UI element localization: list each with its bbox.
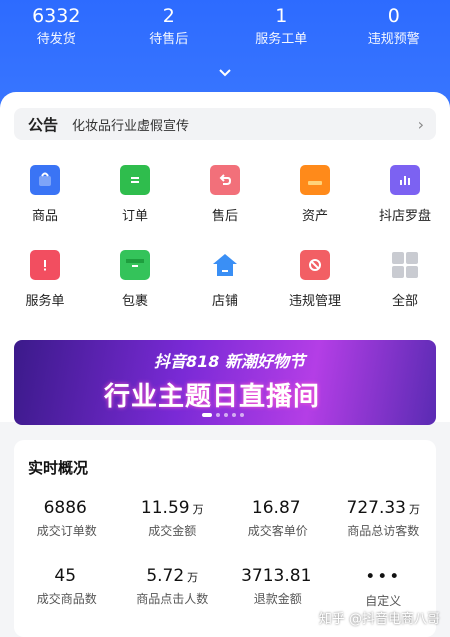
pagination-dot[interactable] [202,413,212,417]
stat-label: 违规预警 [367,32,420,47]
pagination-dot[interactable] [232,413,236,417]
metric-avg-price[interactable]: 16.87 成交客单价 [225,498,331,566]
grid-icon [390,250,420,280]
metric-clicks[interactable]: 5.72 万 商品点击人数 [120,566,226,634]
banner-pagination[interactable] [202,413,244,417]
metric-value: 6886 [43,498,87,518]
pagination-dot[interactable] [240,413,244,417]
metric-refund[interactable]: 3713.81 退款金额 [225,566,331,634]
metric-label: 商品点击人数 [136,592,209,606]
grid-label: 订单 [121,209,148,224]
grid-label: 包裹 [121,294,148,309]
store-icon [210,250,240,280]
banner-line1: 抖音818 新潮好物节 [154,352,305,371]
metric-value: 727.33 [346,498,406,518]
wallet-icon [300,165,330,195]
metric-value: 16.87 [251,498,301,518]
more-icon: ••• [365,567,402,587]
pagination-dot[interactable] [216,413,220,417]
grid-label: 违规管理 [288,294,341,309]
pagination-dot[interactable] [224,413,228,417]
stat-value: 0 [387,5,400,27]
grid-item-violations[interactable]: 违规管理 [270,250,360,335]
grid-label: 商品 [31,209,58,224]
grid-label: 店铺 [211,294,238,309]
metric-label: 退款金额 [253,592,302,606]
stat-service-ticket[interactable]: 1 服务工单 [225,0,338,50]
metric-visitors[interactable]: 727.33 万 商品总访客数 [331,498,437,566]
grid-item-aftersale[interactable]: 售后 [180,165,270,250]
stat-value: 6332 [32,5,81,27]
metric-label: 成交客单价 [247,524,308,538]
shopping-bag-icon [30,165,60,195]
stat-pending-aftersale[interactable]: 2 待售后 [113,0,226,50]
grid-label: 服务单 [25,294,65,309]
chevron-right-icon: › [417,114,424,134]
grid-item-compass[interactable]: 抖店罗盘 [360,165,450,250]
stat-value: 1 [275,5,288,27]
grid-item-products[interactable]: 商品 [0,165,90,250]
metric-gmv[interactable]: 11.59 万 成交金额 [120,498,226,566]
grid-item-all[interactable]: 全部 [360,250,450,335]
metric-label: 成交金额 [148,524,197,538]
grid-item-store[interactable]: 店铺 [180,250,270,335]
chart-icon [390,165,420,195]
notice-text: 化妆品行业虚假宣传 [72,118,190,134]
stat-violation-warning[interactable]: 0 违规预警 [338,0,450,50]
grid-item-assets[interactable]: 资产 [270,165,360,250]
metric-value: 3713.81 [241,566,312,586]
grid-label: 资产 [301,209,328,224]
stats-row: 6332 待发货 2 待售后 1 服务工单 0 违规预警 [0,0,450,50]
metric-order-count[interactable]: 6886 成交订单数 [14,498,120,566]
metric-label: 成交订单数 [36,524,97,538]
metric-value: 11.59 [140,498,190,518]
grid-label: 抖店罗盘 [378,209,431,224]
grid-label: 全部 [391,294,418,309]
metric-value: 5.72 [146,566,185,586]
return-icon [210,165,240,195]
stat-label: 待售后 [149,32,189,47]
stat-label: 待发货 [36,32,76,47]
metric-unit: 万 [187,571,199,584]
metric-unit: 万 [192,503,204,516]
stat-label: 服务工单 [255,32,308,47]
metric-products-sold[interactable]: 45 成交商品数 [14,566,120,634]
promo-banner[interactable]: 抖音818 新潮好物节 行业主题日直播间 [14,340,436,425]
notice-bar[interactable]: 公告 化妆品行业虚假宣传 › [14,108,436,140]
notice-tag: 公告 [28,115,59,134]
chevron-down-icon[interactable] [217,64,233,77]
box-icon [120,250,150,280]
metric-label: 商品总访客数 [347,524,420,538]
alert-icon [30,250,60,280]
metric-value: 45 [54,566,77,586]
order-icon [120,165,150,195]
grid-item-service-orders[interactable]: 服务单 [0,250,90,335]
realtime-title: 实时概况 [28,459,89,477]
grid-item-packages[interactable]: 包裹 [90,250,180,335]
ban-icon [300,250,330,280]
metric-unit: 万 [408,503,420,516]
stat-value: 2 [162,5,175,27]
grid-label: 售后 [211,209,238,224]
watermark: 知乎 @抖音电商八哥 [318,612,440,627]
function-grid: 商品 订单 售后 资产 抖店罗盘 服务单 包裹 店铺 违规管理 全部 [0,165,450,335]
banner-line2: 行业主题日直播间 [104,382,321,412]
stat-pending-ship[interactable]: 6332 待发货 [0,0,113,50]
grid-item-orders[interactable]: 订单 [90,165,180,250]
metric-label: 自定义 [365,594,402,608]
metric-label: 成交商品数 [36,592,97,606]
